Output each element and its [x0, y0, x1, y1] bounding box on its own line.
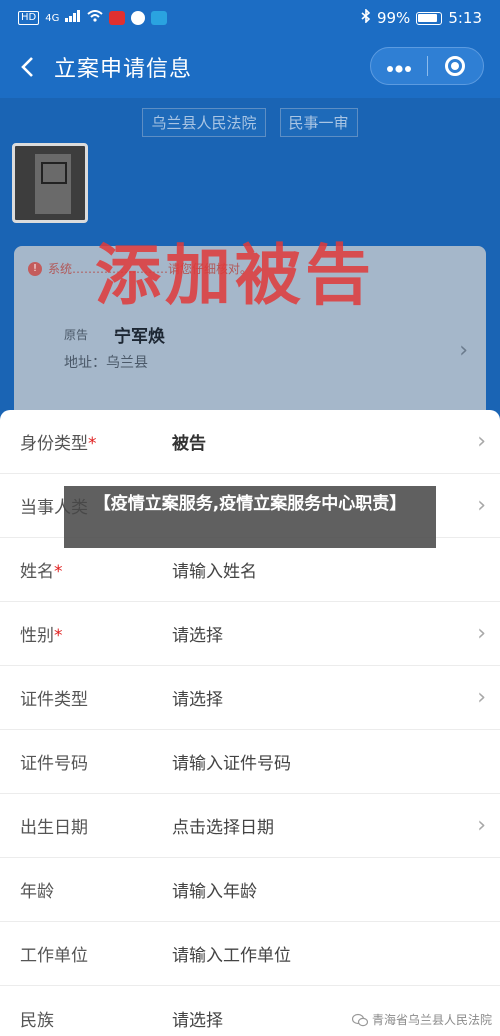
more-button[interactable] — [371, 54, 427, 78]
row-label: 出生日期 — [20, 818, 88, 838]
network-type: 4G — [45, 12, 60, 24]
wechat-icon — [351, 1013, 368, 1026]
court-tags: 乌兰县人民法院 民事一审 — [0, 108, 500, 137]
row-label: 身份类型* — [20, 434, 97, 454]
status-bar: HD 4G 99% 5:13 — [0, 0, 500, 36]
background-content: 乌兰县人民法院 民事一审 ! 系统……………………请您仔细核对。 原告 宁军焕 … — [0, 98, 500, 418]
notification-app-icon — [109, 11, 126, 25]
form-row-age: 年龄 请输入年龄 — [0, 858, 500, 922]
case-type-tag: 民事一审 — [279, 108, 358, 137]
name-input[interactable]: 请输入姓名 — [172, 557, 257, 582]
party-address: 地址：乌兰县 — [64, 355, 148, 371]
source-watermark: 青海省乌兰县人民法院 — [351, 1011, 492, 1028]
more-dots-icon — [386, 65, 411, 73]
bluetooth-icon — [361, 8, 371, 27]
warning-icon: ! — [28, 261, 42, 276]
row-label: 性别* — [20, 626, 63, 646]
battery-icon — [416, 11, 443, 25]
employer-input[interactable]: 请输入工作单位 — [172, 941, 291, 966]
mini-program-capsule — [370, 47, 484, 85]
back-chevron-icon — [21, 57, 33, 77]
form-row-gender[interactable]: 性别* 请选择 › — [0, 602, 500, 666]
document-thumbnail — [12, 143, 88, 223]
party-role: 原告 — [64, 328, 89, 342]
back-button[interactable] — [0, 36, 54, 98]
court-name-tag: 乌兰县人民法院 — [142, 108, 266, 137]
watermark-text: 青海省乌兰县人民法院 — [371, 1013, 492, 1027]
identity-type-value: 被告 — [172, 434, 206, 454]
page-title: 立案申请信息 — [54, 57, 193, 82]
article-caption: 【疫情立案服务,疫情立案服务中心职责】 — [64, 486, 436, 548]
weibo-icon — [131, 11, 146, 25]
form-row-id-type[interactable]: 证件类型 请选择 › — [0, 666, 500, 730]
row-label: 工作单位 — [20, 946, 88, 966]
id-type-select: 请选择 — [172, 690, 223, 710]
row-label: 姓名* — [20, 562, 63, 582]
battery-percent: 99% — [376, 9, 411, 27]
chevron-right-icon: › — [477, 813, 486, 838]
status-left: HD 4G — [18, 10, 168, 26]
nav-bar: 立案申请信息 — [0, 36, 500, 98]
wifi-icon — [87, 10, 104, 26]
gender-select: 请选择 — [172, 626, 223, 646]
age-input[interactable]: 请输入年龄 — [172, 877, 257, 902]
form-row-birth-date[interactable]: 出生日期 点击选择日期 › — [0, 794, 500, 858]
target-close-icon — [445, 56, 466, 76]
form-row-identity-type[interactable]: 身份类型* 被告 › — [0, 410, 500, 474]
ethnicity-select: 请选择 — [172, 1010, 223, 1031]
form-row-id-number: 证件号码 请输入证件号码 — [0, 730, 500, 794]
search-app-icon — [151, 11, 168, 25]
birth-date-picker: 点击选择日期 — [172, 818, 274, 838]
row-label: 民族 — [20, 1010, 54, 1031]
clock: 5:13 — [448, 9, 482, 27]
row-label: 年龄 — [20, 882, 54, 902]
signal-icon — [65, 10, 81, 26]
chevron-right-icon: › — [477, 685, 486, 710]
party-name: 宁军焕 — [114, 327, 165, 347]
chevron-right-icon: › — [459, 338, 468, 363]
hd-badge: HD — [18, 11, 40, 25]
form-row-employer: 工作单位 请输入工作单位 — [0, 922, 500, 986]
close-button[interactable] — [427, 56, 483, 76]
row-label: 证件类型 — [20, 690, 88, 710]
chevron-right-icon: › — [477, 429, 486, 454]
id-number-input[interactable]: 请输入证件号码 — [172, 749, 291, 774]
status-right: 99% 5:13 — [361, 8, 482, 27]
chevron-right-icon: › — [477, 621, 486, 646]
row-label: 证件号码 — [20, 754, 88, 774]
chevron-right-icon: › — [477, 493, 486, 518]
overlay-title: 添加被告 — [95, 237, 375, 314]
